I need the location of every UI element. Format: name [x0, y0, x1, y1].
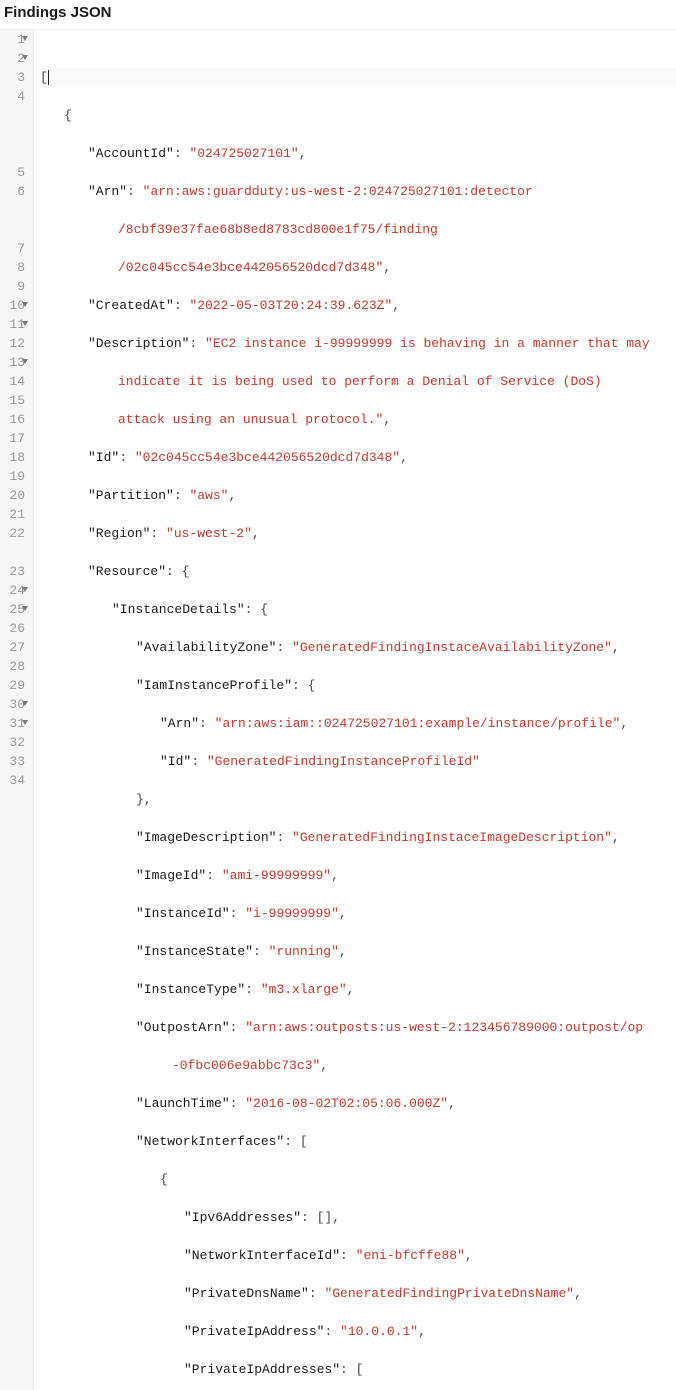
code-line[interactable]: [	[40, 68, 676, 87]
code-line[interactable]: "Arn": "arn:aws:guardduty:us-west-2:0247…	[40, 182, 676, 201]
code-line[interactable]: "AccountId": "024725027101",	[40, 144, 676, 163]
code-line[interactable]: },	[40, 790, 676, 809]
code-line[interactable]: "PrivateDnsName": "GeneratedFindingPriva…	[40, 1284, 676, 1303]
code-line[interactable]: "NetworkInterfaces": [	[40, 1132, 676, 1151]
code-line-wrap[interactable]: -0fbc006e9abbc73c3",	[40, 1056, 676, 1075]
code-line[interactable]: "ImageId": "ami-99999999",	[40, 866, 676, 885]
code-line[interactable]: "Partition": "aws",	[40, 486, 676, 505]
code-line-wrap[interactable]: /8cbf39e37fae68b8ed8783cd800e1f75/findin…	[40, 220, 676, 239]
code-line-wrap[interactable]: indicate it is being used to perform a D…	[40, 372, 676, 391]
text-cursor	[48, 70, 49, 85]
code-line[interactable]: "IamInstanceProfile": {	[40, 676, 676, 695]
code-line[interactable]: "InstanceState": "running",	[40, 942, 676, 961]
code-line-wrap[interactable]: /02c045cc54e3bce442056520dcd7d348",	[40, 258, 676, 277]
json-editor[interactable]: 1234567891011121314151617181920212223242…	[0, 29, 676, 1390]
code-line[interactable]: "Ipv6Addresses": [],	[40, 1208, 676, 1227]
code-line[interactable]: "NetworkInterfaceId": "eni-bfcffe88",	[40, 1246, 676, 1265]
code-line[interactable]: "Description": "EC2 instance i-99999999 …	[40, 334, 676, 353]
line-gutter: 1234567891011121314151617181920212223242…	[0, 30, 34, 1390]
code-line[interactable]: "AvailabilityZone": "GeneratedFindingIns…	[40, 638, 676, 657]
code-area[interactable]: [ { "AccountId": "024725027101", "Arn": …	[34, 30, 676, 1390]
code-line[interactable]: "Arn": "arn:aws:iam::024725027101:exampl…	[40, 714, 676, 733]
code-line[interactable]: {	[40, 1170, 676, 1189]
code-line[interactable]: {	[40, 106, 676, 125]
code-line[interactable]: "PrivateIpAddresses": [	[40, 1360, 676, 1379]
code-line[interactable]: "Region": "us-west-2",	[40, 524, 676, 543]
code-line[interactable]: "PrivateIpAddress": "10.0.0.1",	[40, 1322, 676, 1341]
code-line[interactable]: "InstanceDetails": {	[40, 600, 676, 619]
code-line[interactable]: "Id": "GeneratedFindingInstanceProfileId…	[40, 752, 676, 771]
code-line[interactable]: "Id": "02c045cc54e3bce442056520dcd7d348"…	[40, 448, 676, 467]
code-line-wrap[interactable]: attack using an unusual protocol.",	[40, 410, 676, 429]
code-line[interactable]: "InstanceType": "m3.xlarge",	[40, 980, 676, 999]
code-line[interactable]: "LaunchTime": "2016-08-02T02:05:06.000Z"…	[40, 1094, 676, 1113]
panel-title: Findings JSON	[0, 0, 676, 29]
code-line[interactable]: "Resource": {	[40, 562, 676, 581]
code-line[interactable]: "InstanceId": "i-99999999",	[40, 904, 676, 923]
code-line[interactable]: "CreatedAt": "2022-05-03T20:24:39.623Z",	[40, 296, 676, 315]
code-line[interactable]: "OutpostArn": "arn:aws:outposts:us-west-…	[40, 1018, 676, 1037]
code-line[interactable]: "ImageDescription": "GeneratedFindingIns…	[40, 828, 676, 847]
